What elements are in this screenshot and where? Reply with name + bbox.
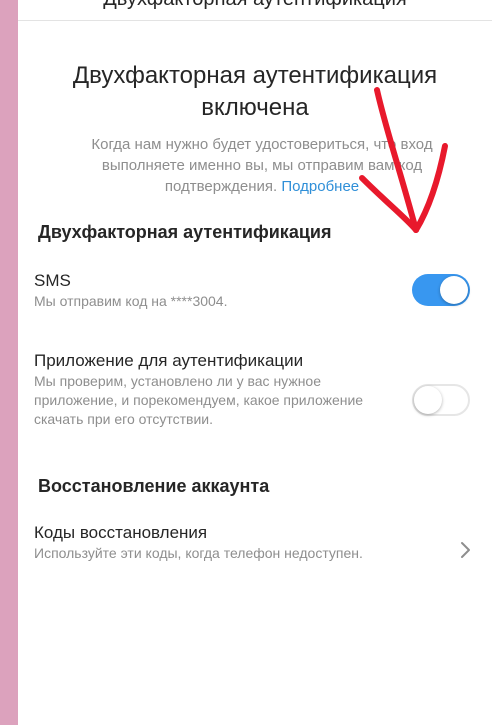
section-title-recovery: Восстановление аккаунта bbox=[38, 476, 270, 496]
learn-more-link[interactable]: Подробнее bbox=[281, 178, 359, 195]
sms-toggle[interactable] bbox=[412, 274, 470, 306]
sms-title: SMS bbox=[34, 271, 71, 290]
nav-bar: Двухфакторная аутентификация bbox=[18, 0, 492, 21]
nav-title: Двухфакторная аутентификация bbox=[18, 0, 492, 11]
sms-row[interactable]: SMS Мы отправим код на ****3004. bbox=[34, 270, 472, 311]
auth-app-toggle[interactable] bbox=[412, 384, 470, 416]
recovery-codes-description: Используйте эти коды, когда телефон недо… bbox=[34, 545, 363, 561]
toggle-knob bbox=[414, 386, 442, 414]
chevron-right-icon[interactable] bbox=[460, 540, 472, 560]
sms-description: Мы отправим код на ****3004. bbox=[34, 293, 228, 309]
auth-app-description: Мы проверим, установлено ли у вас нужное… bbox=[34, 373, 364, 427]
auth-app-title: Приложение для аутентификации bbox=[34, 351, 304, 370]
section-title-two-factor: Двухфакторная аутентификация bbox=[38, 222, 332, 242]
description-text: Когда нам нужно будет удостовериться, чт… bbox=[91, 136, 433, 195]
toggle-knob bbox=[440, 276, 468, 304]
recovery-codes-title: Коды восстановления bbox=[34, 523, 208, 542]
settings-screen: Двухфакторная аутентификация Двухфакторн… bbox=[18, 0, 492, 725]
recovery-codes-row[interactable]: Коды восстановления Используйте эти коды… bbox=[34, 522, 382, 563]
page-title: Двухфакторная аутентификация включена bbox=[72, 62, 438, 121]
auth-app-row[interactable]: Приложение для аутентификации Мы провери… bbox=[34, 350, 382, 429]
page-description: Когда нам нужно будет удостовериться, чт… bbox=[52, 134, 472, 197]
